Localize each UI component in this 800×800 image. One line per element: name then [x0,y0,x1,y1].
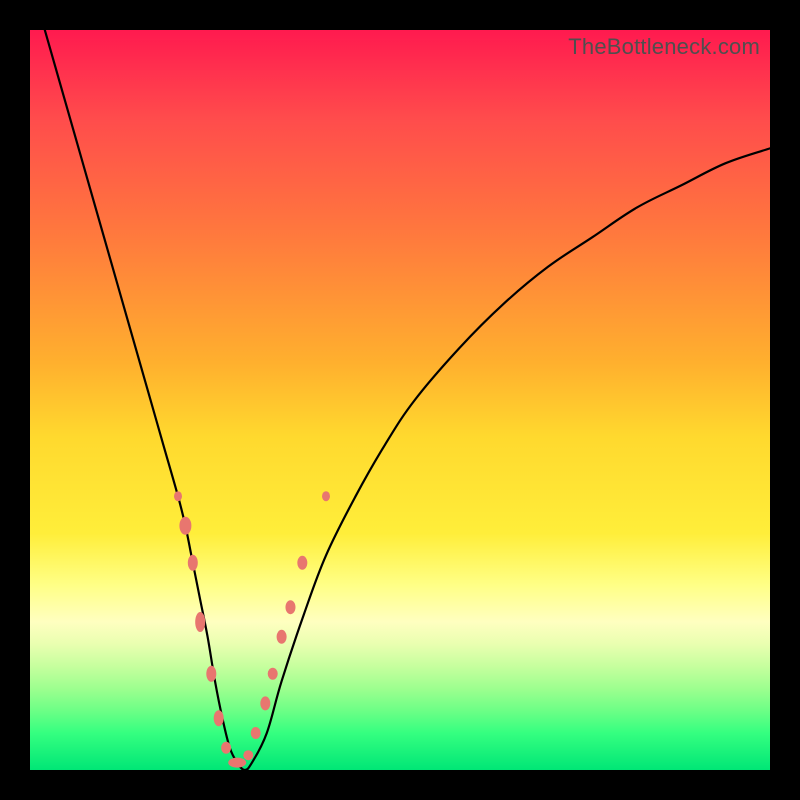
data-marker [214,710,224,726]
data-marker [188,555,198,571]
bottleneck-curve-path [45,30,770,770]
data-marker [174,491,182,501]
data-marker [179,517,191,535]
watermark-text: TheBottleneck.com [568,34,760,60]
data-marker [268,668,278,680]
bottleneck-chart [30,30,770,770]
data-marker [206,666,216,682]
data-marker [195,612,205,632]
data-marker [285,600,295,614]
data-marker [221,742,231,754]
data-marker [251,727,261,739]
data-marker [260,696,270,710]
data-marker [322,491,330,501]
marker-group [174,491,330,767]
data-marker [228,758,246,768]
data-marker [243,750,253,760]
data-marker [297,556,307,570]
chart-frame: TheBottleneck.com [30,30,770,770]
data-marker [277,630,287,644]
